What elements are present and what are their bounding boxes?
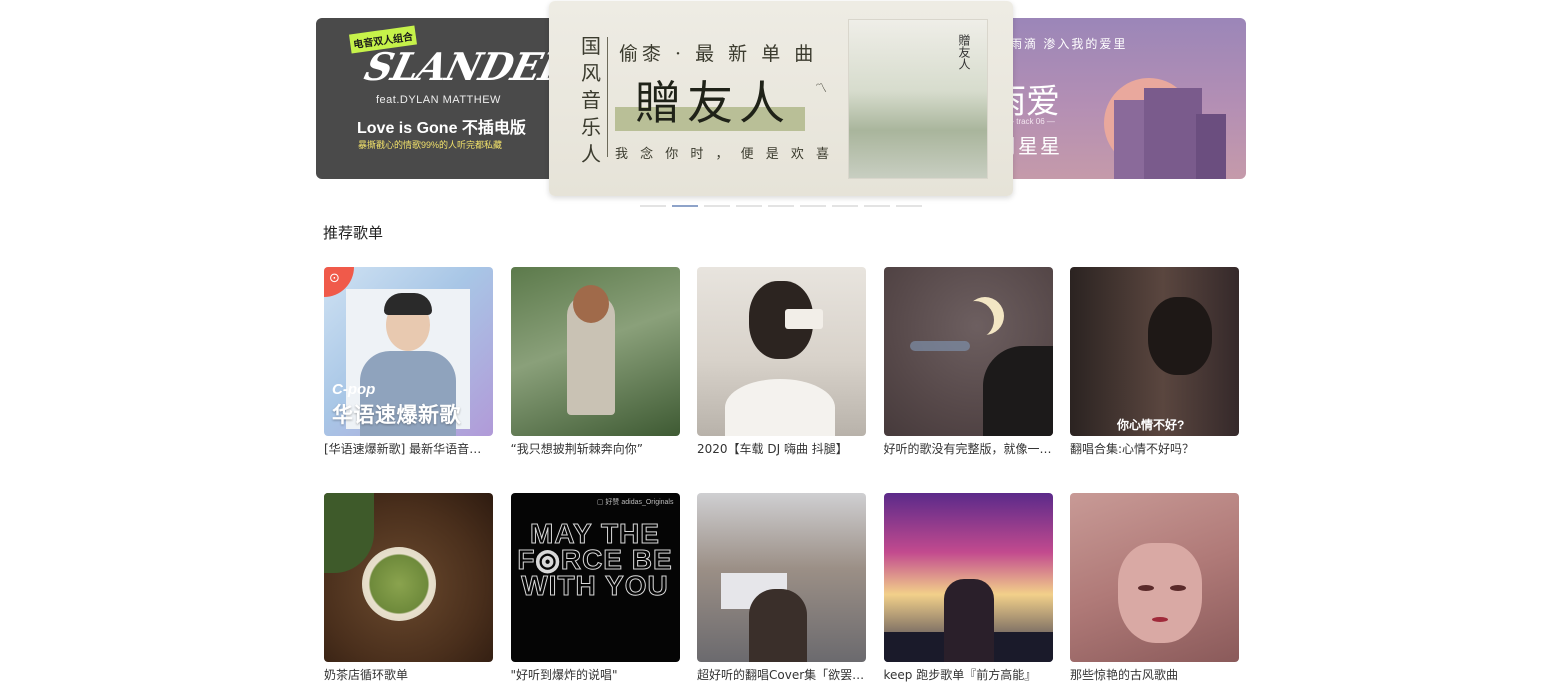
moon-icon (956, 301, 994, 339)
album-art-title: 贈友人 (957, 34, 971, 70)
playlist-cover[interactable] (697, 493, 866, 662)
playlist-card[interactable]: 超好听的翻唱Cover集「欲罢不能」 (697, 493, 866, 682)
coffee-cup-icon (362, 547, 436, 621)
carousel-dot[interactable] (896, 205, 922, 207)
banner-slander[interactable]: 电音双人组合 SLANDER feat.DYLAN MATTHEW Love i… (316, 18, 566, 179)
cover-face (1118, 543, 1202, 643)
cover-eye (1138, 585, 1154, 591)
cover-figure (749, 589, 807, 662)
carousel-dot[interactable] (704, 205, 730, 207)
cover-hair (572, 285, 609, 323)
cover-eye (1170, 585, 1186, 591)
playlist-title[interactable]: 好听的歌没有完整版，就像一场梦 (884, 442, 1053, 456)
building-illustration (1144, 88, 1202, 179)
banner-tagline: 像雨滴 渗入我的爱里 (996, 37, 1128, 51)
cover-hair (384, 293, 432, 315)
playlist-cover[interactable] (883, 267, 1053, 436)
playlist-card[interactable]: keep 跑步歌单『前方高能』 (883, 493, 1053, 682)
cover-figure (725, 379, 835, 436)
carousel-dot[interactable] (768, 205, 794, 207)
carousel-dot-active[interactable] (672, 205, 698, 207)
carousel-dot[interactable] (736, 205, 762, 207)
playlist-cover[interactable] (883, 493, 1053, 662)
playlist-card[interactable]: ⊙ C-pop 华语速爆新歌 [华语速爆新歌] 最新华语音乐推荐 (324, 267, 493, 456)
cover-text: C-pop (332, 381, 376, 398)
banner-tagline: 我 念 你 时 ， 便 是 欢 喜 (615, 147, 834, 162)
carousel-dot[interactable] (864, 205, 890, 207)
playlist-card[interactable]: ▢ 好赞 adidas_Originals MAY THE F◎RCE BE W… (510, 493, 680, 682)
playlist-cover[interactable]: ⊙ C-pop 华语速爆新歌 (324, 267, 493, 436)
banner-title: 贈友人 (635, 76, 791, 130)
playlist-title[interactable]: [华语速爆新歌] 最新华语音乐推荐 (324, 442, 493, 456)
section-title: 推荐歌单 (323, 224, 384, 242)
playlist-grid: ⊙ C-pop 华语速爆新歌 [华语速爆新歌] 最新华语音乐推荐 “我只想披荆斩… (324, 267, 1239, 682)
phone-icon (785, 309, 823, 329)
banner-vertical-text: 国风音乐人 (581, 34, 601, 166)
playlist-card[interactable]: 好听的歌没有完整版，就像一场梦 (883, 267, 1053, 456)
playlist-cover[interactable] (697, 267, 866, 436)
banner-carousel: 电音双人组合 SLANDER feat.DYLAN MATTHEW Love i… (316, 0, 1246, 212)
playlist-card[interactable]: 奶茶店循环歌单 (324, 493, 493, 682)
playlist-cover[interactable] (510, 267, 680, 436)
playlist-card[interactable]: “我只想披荆斩棘奔向你” (510, 267, 680, 456)
building-illustration (1114, 100, 1148, 179)
banner-feat: feat.DYLAN MATTHEW (376, 94, 501, 106)
playlist-cover[interactable] (1070, 493, 1239, 662)
playlist-title[interactable]: 超好听的翻唱Cover集「欲罢不能」 (697, 668, 866, 682)
playlist-title[interactable]: 奶茶店循环歌单 (324, 668, 493, 682)
banner-subtitle: 偷桼 · 最 新 单 曲 (619, 43, 818, 65)
banner-subtitle: 暴撕戳心的情歌99%的人听完都私藏 (358, 140, 503, 150)
playlist-cover[interactable]: 你心情不好? (1070, 267, 1239, 436)
cover-lip (1152, 617, 1168, 622)
plant-illustration (324, 493, 374, 573)
banner-track: — track 06 — (1006, 117, 1055, 126)
cloud-illustration (909, 341, 970, 351)
building-illustration (1196, 114, 1226, 179)
cover-figure (1148, 297, 1212, 375)
divider (607, 37, 608, 157)
cover-figure (943, 579, 994, 662)
playlist-cover[interactable]: ▢ 好赞 adidas_Originals MAY THE F◎RCE BE W… (510, 493, 680, 662)
banner-title: Love is Gone 不插电版 (357, 120, 526, 137)
banner-yuai[interactable]: 像雨滴 渗入我的爱里 雨爱 — track 06 — 周星星 (996, 18, 1246, 179)
album-art: 贈友人 (848, 19, 988, 179)
bird-icon: 〽 (815, 81, 828, 95)
cover-tag: ▢ 好赞 adidas_Originals (596, 499, 674, 506)
cover-text: MAY THE F◎RCE BE WITH YOU (517, 518, 673, 601)
banner-logo: SLANDER (360, 44, 566, 89)
carousel-dot[interactable] (800, 205, 826, 207)
cover-text: 华语速爆新歌 (332, 404, 461, 427)
tree-illustration (982, 346, 1053, 436)
banner-zengyouren[interactable]: 国风音乐人 偷桼 · 最 新 单 曲 贈友人 我 念 你 时 ， 便 是 欢 喜… (549, 1, 1013, 196)
playlist-title[interactable]: keep 跑步歌单『前方高能』 (884, 668, 1053, 682)
playlist-title[interactable]: 那些惊艳的古风歌曲 (1070, 668, 1239, 682)
carousel-indicators (640, 205, 922, 207)
playlist-cover[interactable] (324, 493, 493, 662)
playlist-card[interactable]: 2020【车载 DJ 嗨曲 抖腿】 (697, 267, 866, 456)
cover-text: 你心情不好? (1117, 418, 1185, 432)
playlist-card[interactable]: 那些惊艳的古风歌曲 (1070, 493, 1239, 682)
carousel-dot[interactable] (832, 205, 858, 207)
carousel-dot[interactable] (640, 205, 666, 207)
playlist-title[interactable]: 2020【车载 DJ 嗨曲 抖腿】 (697, 442, 866, 456)
playlist-card[interactable]: 你心情不好? 翻唱合集:心情不好吗？ (1070, 267, 1239, 456)
playlist-title[interactable]: “我只想披荆斩棘奔向你” (511, 442, 680, 456)
playlist-title[interactable]: 翻唱合集:心情不好吗？ (1070, 442, 1239, 456)
playlist-title[interactable]: "好听到爆炸的说唱" (511, 668, 680, 682)
